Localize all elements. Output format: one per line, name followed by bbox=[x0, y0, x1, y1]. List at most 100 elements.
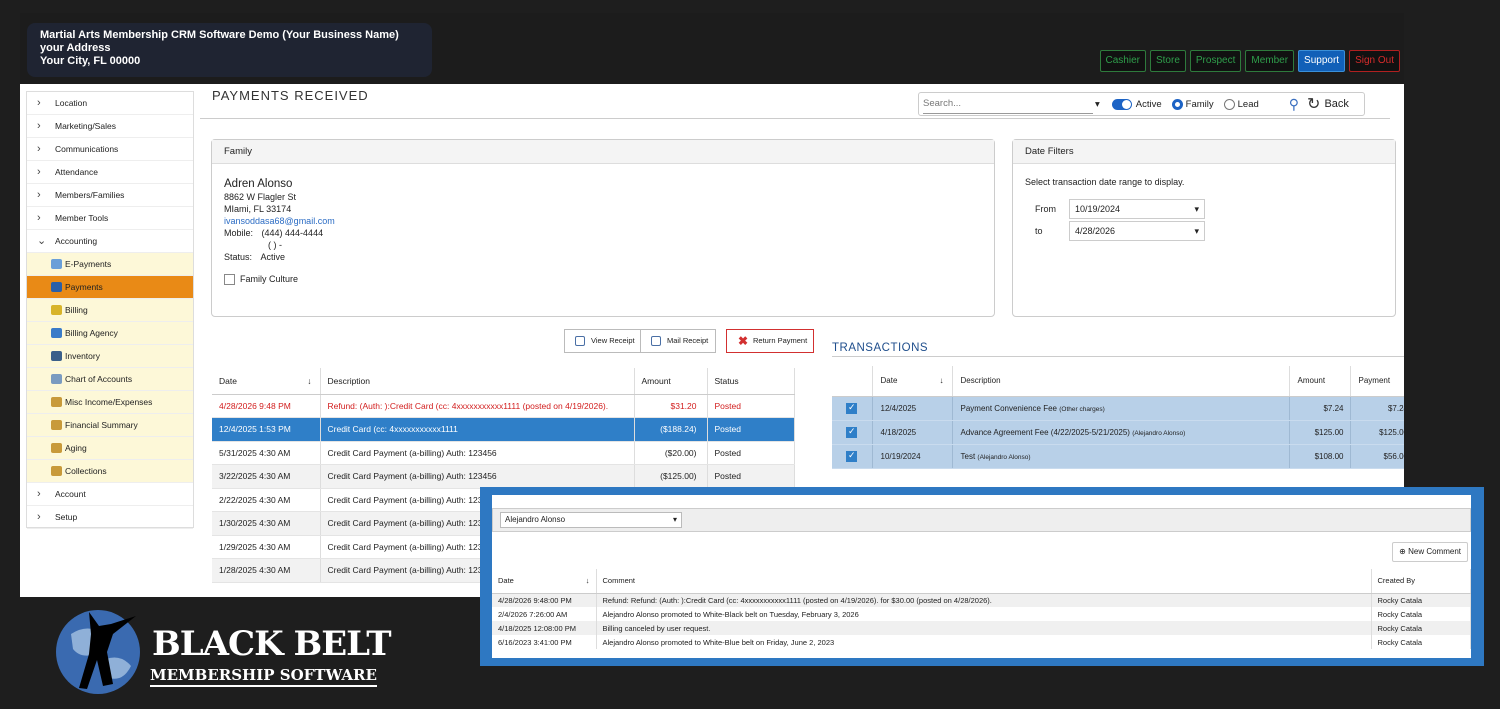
sidebar-item-setup[interactable]: › Setup bbox=[27, 506, 193, 529]
chevron-right-icon: › bbox=[37, 212, 41, 224]
active-toggle[interactable] bbox=[1111, 98, 1132, 110]
prospect-button[interactable]: Prospect bbox=[1189, 50, 1242, 72]
inventory-icon bbox=[51, 351, 62, 361]
col-date-header[interactable]: Date ↓ bbox=[492, 569, 597, 594]
col-date-header[interactable]: Date ↓ bbox=[212, 368, 321, 395]
family-email[interactable]: ivansoddasa68@gmail.com bbox=[224, 215, 982, 227]
cashier-button[interactable]: Cashier bbox=[1099, 50, 1146, 72]
family-radio[interactable] bbox=[1171, 98, 1183, 110]
family-panel-heading: Family bbox=[212, 140, 994, 164]
row-checkbox[interactable] bbox=[846, 450, 857, 462]
sidebar-item-collections[interactable]: Collections bbox=[27, 460, 193, 483]
table-row[interactable]: 3/22/2025 4:30 AM Credit Card Payment (a-… bbox=[212, 464, 795, 489]
from-label: From bbox=[1035, 204, 1056, 214]
sidebar-item-billing-agency[interactable]: Billing Agency bbox=[27, 322, 193, 345]
collections-icon bbox=[51, 466, 62, 476]
store-button[interactable]: Store bbox=[1149, 50, 1186, 72]
sidebar-item-attendance[interactable]: › Attendance bbox=[27, 161, 193, 184]
divider bbox=[200, 118, 1390, 119]
sidebar-item-marketing[interactable]: › Marketing/Sales bbox=[27, 115, 193, 138]
col-amount-header[interactable]: Amount bbox=[634, 368, 708, 395]
to-date-select[interactable]: 4/28/2026 ▾ bbox=[1069, 221, 1205, 241]
chevron-right-icon: › bbox=[37, 143, 41, 155]
transactions-title: TRANSACTIONS bbox=[832, 342, 1404, 357]
sidebar-item-inventory[interactable]: Inventory bbox=[27, 345, 193, 368]
family-culture-checkbox[interactable] bbox=[224, 273, 235, 285]
sidebar-item-member-tools[interactable]: › Member Tools bbox=[27, 207, 193, 230]
sidebar-item-communications[interactable]: › Communications bbox=[27, 138, 193, 161]
comments-table: Date ↓ Comment Created By 4/28/2026 9:48:… bbox=[492, 569, 1471, 649]
sidebar-item-accounting[interactable]: ⌄ Accounting bbox=[27, 230, 193, 253]
sidebar-item-payments[interactable]: Payments bbox=[27, 276, 193, 299]
view-receipt-button[interactable]: View Receipt bbox=[564, 329, 641, 353]
family-street: 8862 W Flagler St bbox=[224, 192, 297, 202]
plus-icon: ⊕ bbox=[1399, 547, 1406, 556]
search-icon[interactable]: ⚲ bbox=[1289, 96, 1299, 113]
family-name: Adren Alonso bbox=[224, 178, 293, 190]
table-row[interactable]: 2/4/2026 7:26:00 AM Alejandro Alonso prom… bbox=[492, 607, 1471, 621]
sidebar-item-chart-of-accounts[interactable]: Chart of Accounts bbox=[27, 368, 193, 391]
comments-popup: Alejandro Alonso ▾ ⊕ New Comment Date ↓ Co… bbox=[480, 487, 1484, 666]
col-comment-header[interactable]: Comment bbox=[596, 569, 1372, 594]
table-row[interactable]: 12/4/2025 1:53 PM Credit Card (cc: 4xxxxx… bbox=[212, 417, 795, 442]
sidebar-item-location[interactable]: › Location bbox=[27, 92, 193, 115]
new-comment-button[interactable]: ⊕ New Comment bbox=[1392, 542, 1468, 562]
table-row[interactable]: 5/31/2025 4:30 AM Credit Card Payment (a-… bbox=[212, 441, 795, 465]
col-description-header[interactable]: Description bbox=[320, 368, 635, 395]
back-button[interactable]: Back bbox=[1324, 98, 1348, 110]
return-payment-button[interactable]: ✖ Return Payment bbox=[726, 329, 814, 353]
family-culture-label: Family Culture bbox=[240, 274, 299, 284]
dropdown-arrow-icon: ▾ bbox=[1194, 204, 1199, 214]
chevron-right-icon: › bbox=[37, 120, 41, 132]
col-amount-header[interactable]: Amount bbox=[1289, 366, 1351, 397]
table-row[interactable]: 10/19/2024Test (Alejandro Alonso)$108.00… bbox=[832, 444, 1404, 469]
member-search-bar: Search... ▾ Active Family Lead ⚲ ↻ Back bbox=[918, 92, 1365, 116]
member-button[interactable]: Member bbox=[1245, 50, 1295, 72]
table-row[interactable]: 4/28/2026 9:48:00 PM Refund: Refund: (Aut… bbox=[492, 593, 1471, 607]
sidebar-item-e-payments[interactable]: E-Payments bbox=[27, 253, 193, 276]
chart-of-accounts-icon bbox=[51, 374, 62, 384]
chevron-right-icon: › bbox=[37, 97, 41, 109]
sidebar-item-account[interactable]: › Account bbox=[27, 483, 193, 506]
status-label: Status: bbox=[224, 252, 253, 262]
chevron-right-icon: › bbox=[37, 511, 41, 523]
chevron-down-icon: ⌄ bbox=[37, 235, 47, 247]
mobile-value: (444) 444-4444 bbox=[261, 228, 324, 238]
col-description-header[interactable]: Description bbox=[952, 366, 1290, 397]
from-date-select[interactable]: 10/19/2024 ▾ bbox=[1069, 199, 1205, 219]
sidebar-item-aging[interactable]: Aging bbox=[27, 437, 193, 460]
support-button[interactable]: Support bbox=[1298, 50, 1346, 72]
table-row[interactable]: 12/4/2025Payment Convenience Fee (Other … bbox=[832, 396, 1404, 421]
search-input[interactable]: Search... bbox=[923, 94, 1093, 114]
table-row[interactable]: 4/18/2025Advance Agreement Fee (4/22/202… bbox=[832, 420, 1404, 445]
col-payment-header[interactable]: Payment bbox=[1350, 366, 1404, 397]
row-checkbox[interactable] bbox=[846, 402, 857, 414]
sidebar-item-misc-income[interactable]: Misc Income/Expenses bbox=[27, 391, 193, 414]
business-address: your Address bbox=[40, 42, 111, 54]
search-dropdown-icon[interactable]: ▾ bbox=[1095, 99, 1100, 110]
mail-receipt-button[interactable]: Mail Receipt bbox=[640, 329, 716, 353]
back-icon[interactable]: ↻ bbox=[1307, 94, 1320, 114]
lead-radio[interactable] bbox=[1223, 98, 1235, 110]
top-bar: Martial Arts Membership CRM Software Dem… bbox=[20, 13, 1404, 84]
table-row[interactable]: 4/18/2025 12:08:00 PM Billing canceled by… bbox=[492, 621, 1471, 635]
row-checkbox[interactable] bbox=[846, 426, 857, 438]
mobile-label: Mobile: bbox=[224, 228, 254, 238]
table-row[interactable]: 6/16/2023 3:41:00 PM Alejandro Alonso pro… bbox=[492, 635, 1471, 649]
dropdown-arrow-icon: ▾ bbox=[672, 515, 677, 524]
member-select[interactable]: Alejandro Alonso ▾ bbox=[500, 512, 682, 528]
family-label: Family bbox=[1185, 98, 1214, 110]
sign-out-button[interactable]: Sign Out bbox=[1349, 50, 1400, 72]
col-created-by-header[interactable]: Created By bbox=[1371, 569, 1471, 594]
sidebar-item-members-families[interactable]: › Members/Families bbox=[27, 184, 193, 207]
misc-income-icon bbox=[51, 397, 62, 407]
family-panel: Family Adren Alonso 8862 W Flagler St MI… bbox=[211, 139, 995, 317]
dropdown-arrow-icon: ▾ bbox=[1194, 226, 1199, 236]
col-date-header[interactable]: Date ↓ bbox=[872, 366, 953, 397]
financial-summary-icon bbox=[51, 420, 62, 430]
sidebar-item-billing[interactable]: Billing bbox=[27, 299, 193, 322]
table-row[interactable]: 4/28/2026 9:48 PM Refund: (Auth: ):Credit… bbox=[212, 394, 795, 418]
sidebar-item-financial-summary[interactable]: Financial Summary bbox=[27, 414, 193, 437]
col-status-header[interactable]: Status bbox=[707, 368, 795, 395]
comments-toolbar: Alejandro Alonso ▾ bbox=[492, 508, 1471, 532]
